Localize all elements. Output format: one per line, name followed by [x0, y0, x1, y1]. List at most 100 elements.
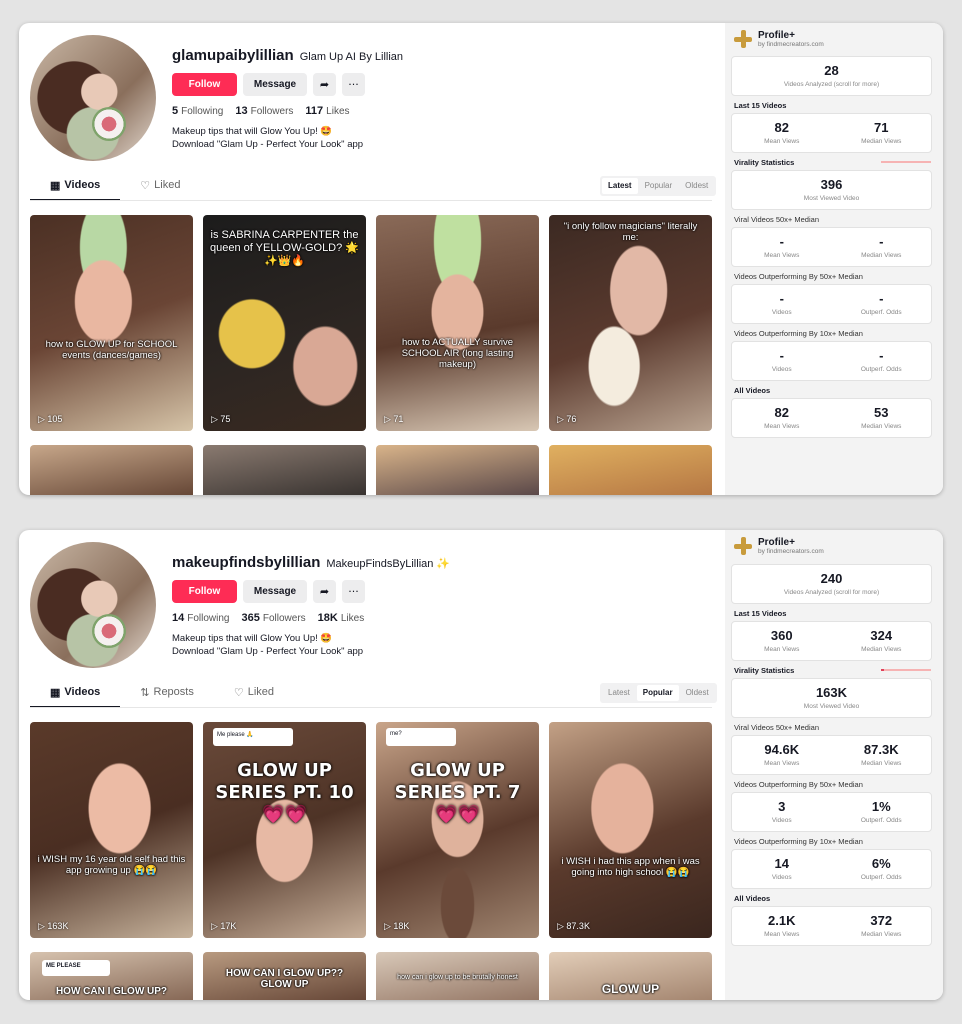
video-tile[interactable]	[549, 445, 712, 495]
likes-stat: 18K Likes	[318, 612, 365, 624]
video-tile[interactable]: "i only follow magicians" literally me: …	[549, 215, 712, 431]
sort-oldest[interactable]: Oldest	[679, 178, 714, 194]
videos-analyzed-card[interactable]: 28 Videos Analyzed (scroll for more)	[731, 56, 932, 96]
grid-icon: ▦	[50, 180, 61, 192]
more-options-button[interactable]: ···	[342, 73, 365, 96]
video-tile[interactable]: how can i glow up to be brutally honest	[376, 952, 539, 1000]
profile-tabs: ▦ Videos ⇅ Reposts ♡ Liked	[30, 682, 294, 708]
stat-value: 360	[770, 628, 793, 643]
share-icon[interactable]: ➦	[313, 73, 336, 96]
message-button[interactable]: Message	[243, 580, 307, 603]
video-tile[interactable]: HOW CAN I GLOW UP?? GLOW UP	[203, 952, 366, 1000]
profile-main: makeupfindsbylillian MakeupFindsByLillian…	[19, 530, 725, 1000]
view-count-value: 105	[47, 414, 63, 424]
tab-liked[interactable]: ♡ Liked	[214, 682, 294, 708]
sidebar-subtitle: by findmecreators.com	[758, 41, 824, 48]
stat-label: Median Views	[861, 931, 902, 938]
profile-panel-glamupaibylillian: glamupaibylillian Glam Up AI By Lillian F…	[19, 23, 943, 495]
stat-value: 82	[774, 405, 789, 420]
stat-value: -	[879, 348, 884, 363]
video-tile[interactable]: how to ACTUALLY survive SCHOOL AIR (long…	[376, 215, 539, 431]
followers-stat[interactable]: 13 Followers	[235, 105, 293, 117]
video-caption: how can i glow up to be brutally honest	[397, 974, 518, 981]
sort-latest[interactable]: Latest	[602, 685, 636, 701]
tab-videos[interactable]: ▦ Videos	[30, 175, 121, 201]
video-tile[interactable]: GLOW UP	[549, 952, 712, 1000]
repost-icon: ⇅	[140, 687, 150, 699]
followers-label: Followers	[262, 613, 306, 624]
video-tile[interactable]: how to GLOW UP for SCHOOL events (dances…	[30, 215, 193, 431]
tab-label: Liked	[154, 179, 181, 191]
stat-value: 28	[824, 63, 839, 78]
virality-marker	[881, 669, 884, 671]
virality-bar	[881, 161, 931, 163]
following-stat[interactable]: 14 Following	[172, 612, 230, 624]
stat-value: 163K	[815, 685, 848, 700]
grid-icon: ▦	[50, 687, 61, 699]
video-tile[interactable]: i WISH i had this app when i was going i…	[549, 722, 712, 938]
sort-selector: Latest Popular Oldest	[600, 683, 717, 703]
reply-chip: me?	[386, 728, 456, 746]
username: glamupaibylillian Glam Up AI By Lillian	[172, 47, 403, 64]
sort-oldest[interactable]: Oldest	[680, 685, 715, 701]
more-options-button[interactable]: ···	[342, 580, 365, 603]
profile-stats: 14 Following 365 Followers 18K Likes	[172, 612, 364, 624]
video-tile[interactable]: i WISH my 16 year old self had this app …	[30, 722, 193, 938]
avatar-flower	[92, 107, 126, 141]
section-title: Videos Outperforming By 10x+ Median	[734, 837, 863, 846]
message-button[interactable]: Message	[243, 73, 307, 96]
stat-label: Mean Views	[764, 138, 800, 145]
video-caption: GLOW UP SERIES PT. 10 💗💗	[215, 760, 354, 825]
share-icon[interactable]: ➦	[313, 580, 336, 603]
stat-label: Mean Views	[764, 760, 800, 767]
followers-stat[interactable]: 365 Followers	[242, 612, 306, 624]
video-tile[interactable]: is SABRINA CARPENTER the queen of YELLOW…	[203, 215, 366, 431]
avatar[interactable]	[30, 542, 156, 668]
videos-analyzed-card[interactable]: 240 Videos Analyzed (scroll for more)	[731, 564, 932, 604]
most-viewed-card: 396 Most Viewed Video	[731, 170, 932, 210]
tab-reposts[interactable]: ⇅ Reposts	[120, 682, 214, 708]
following-stat[interactable]: 5 Following	[172, 105, 223, 117]
view-count-value: 17K	[220, 921, 237, 931]
following-label: Following	[181, 106, 224, 117]
virality-bar	[881, 669, 931, 671]
bio-line: Makeup tips that will Glow You Up! 🤩	[172, 633, 333, 644]
video-tile[interactable]: me? GLOW UP SERIES PT. 7 💗💗 ▷ 18K	[376, 722, 539, 938]
following-count: 14	[172, 612, 185, 624]
bio-line: Download "Glam Up - Perfect Your Look" a…	[172, 139, 364, 150]
avatar[interactable]	[30, 35, 156, 161]
tab-divider	[30, 707, 712, 708]
outperforming-50x-card: - Videos - Outperf. Odds	[731, 284, 932, 324]
video-tile[interactable]	[376, 445, 539, 495]
stat-label: Median Views	[861, 138, 902, 145]
stat-label: Median Views	[861, 252, 902, 259]
view-count-value: 163K	[47, 921, 69, 931]
sidebar-title: Profile+	[758, 537, 795, 548]
sort-popular[interactable]: Popular	[639, 178, 679, 194]
sort-selector: Latest Popular Oldest	[600, 176, 717, 196]
tab-liked[interactable]: ♡ Liked	[120, 175, 200, 201]
section-title: Videos Outperforming By 50x+ Median	[734, 780, 863, 789]
viral-videos-card: - Mean Views - Median Views	[731, 227, 932, 267]
video-tile[interactable]	[30, 445, 193, 495]
all-videos-card: 82 Mean Views 53 Median Views	[731, 398, 932, 438]
sort-popular[interactable]: Popular	[636, 685, 679, 701]
stat-label: Mean Views	[764, 646, 800, 653]
view-count-value: 76	[566, 414, 577, 424]
video-tile[interactable]	[203, 445, 366, 495]
tab-videos[interactable]: ▦ Videos	[30, 682, 121, 708]
stat-value: 71	[874, 120, 889, 135]
video-tile[interactable]: Me please 🙏 GLOW UP SERIES PT. 10 💗💗 ▷ 1…	[203, 722, 366, 938]
display-name: Glam Up AI By Lillian	[299, 51, 404, 63]
follow-button[interactable]: Follow	[172, 73, 237, 96]
stat-label: Videos	[771, 874, 792, 881]
stat-label: Outperf. Odds	[860, 309, 902, 316]
stat-label: Videos Analyzed (scroll for more)	[783, 589, 880, 596]
bio: Makeup tips that will Glow You Up! 🤩 Dow…	[172, 632, 363, 658]
section-title: Last 15 Videos	[734, 609, 787, 618]
sort-latest[interactable]: Latest	[602, 178, 638, 194]
followers-count: 13	[235, 105, 248, 117]
stat-label: Videos Analyzed (scroll for more)	[783, 81, 880, 88]
follow-button[interactable]: Follow	[172, 580, 237, 603]
video-tile[interactable]: ME PLEASE HOW CAN I GLOW UP?	[30, 952, 193, 1000]
